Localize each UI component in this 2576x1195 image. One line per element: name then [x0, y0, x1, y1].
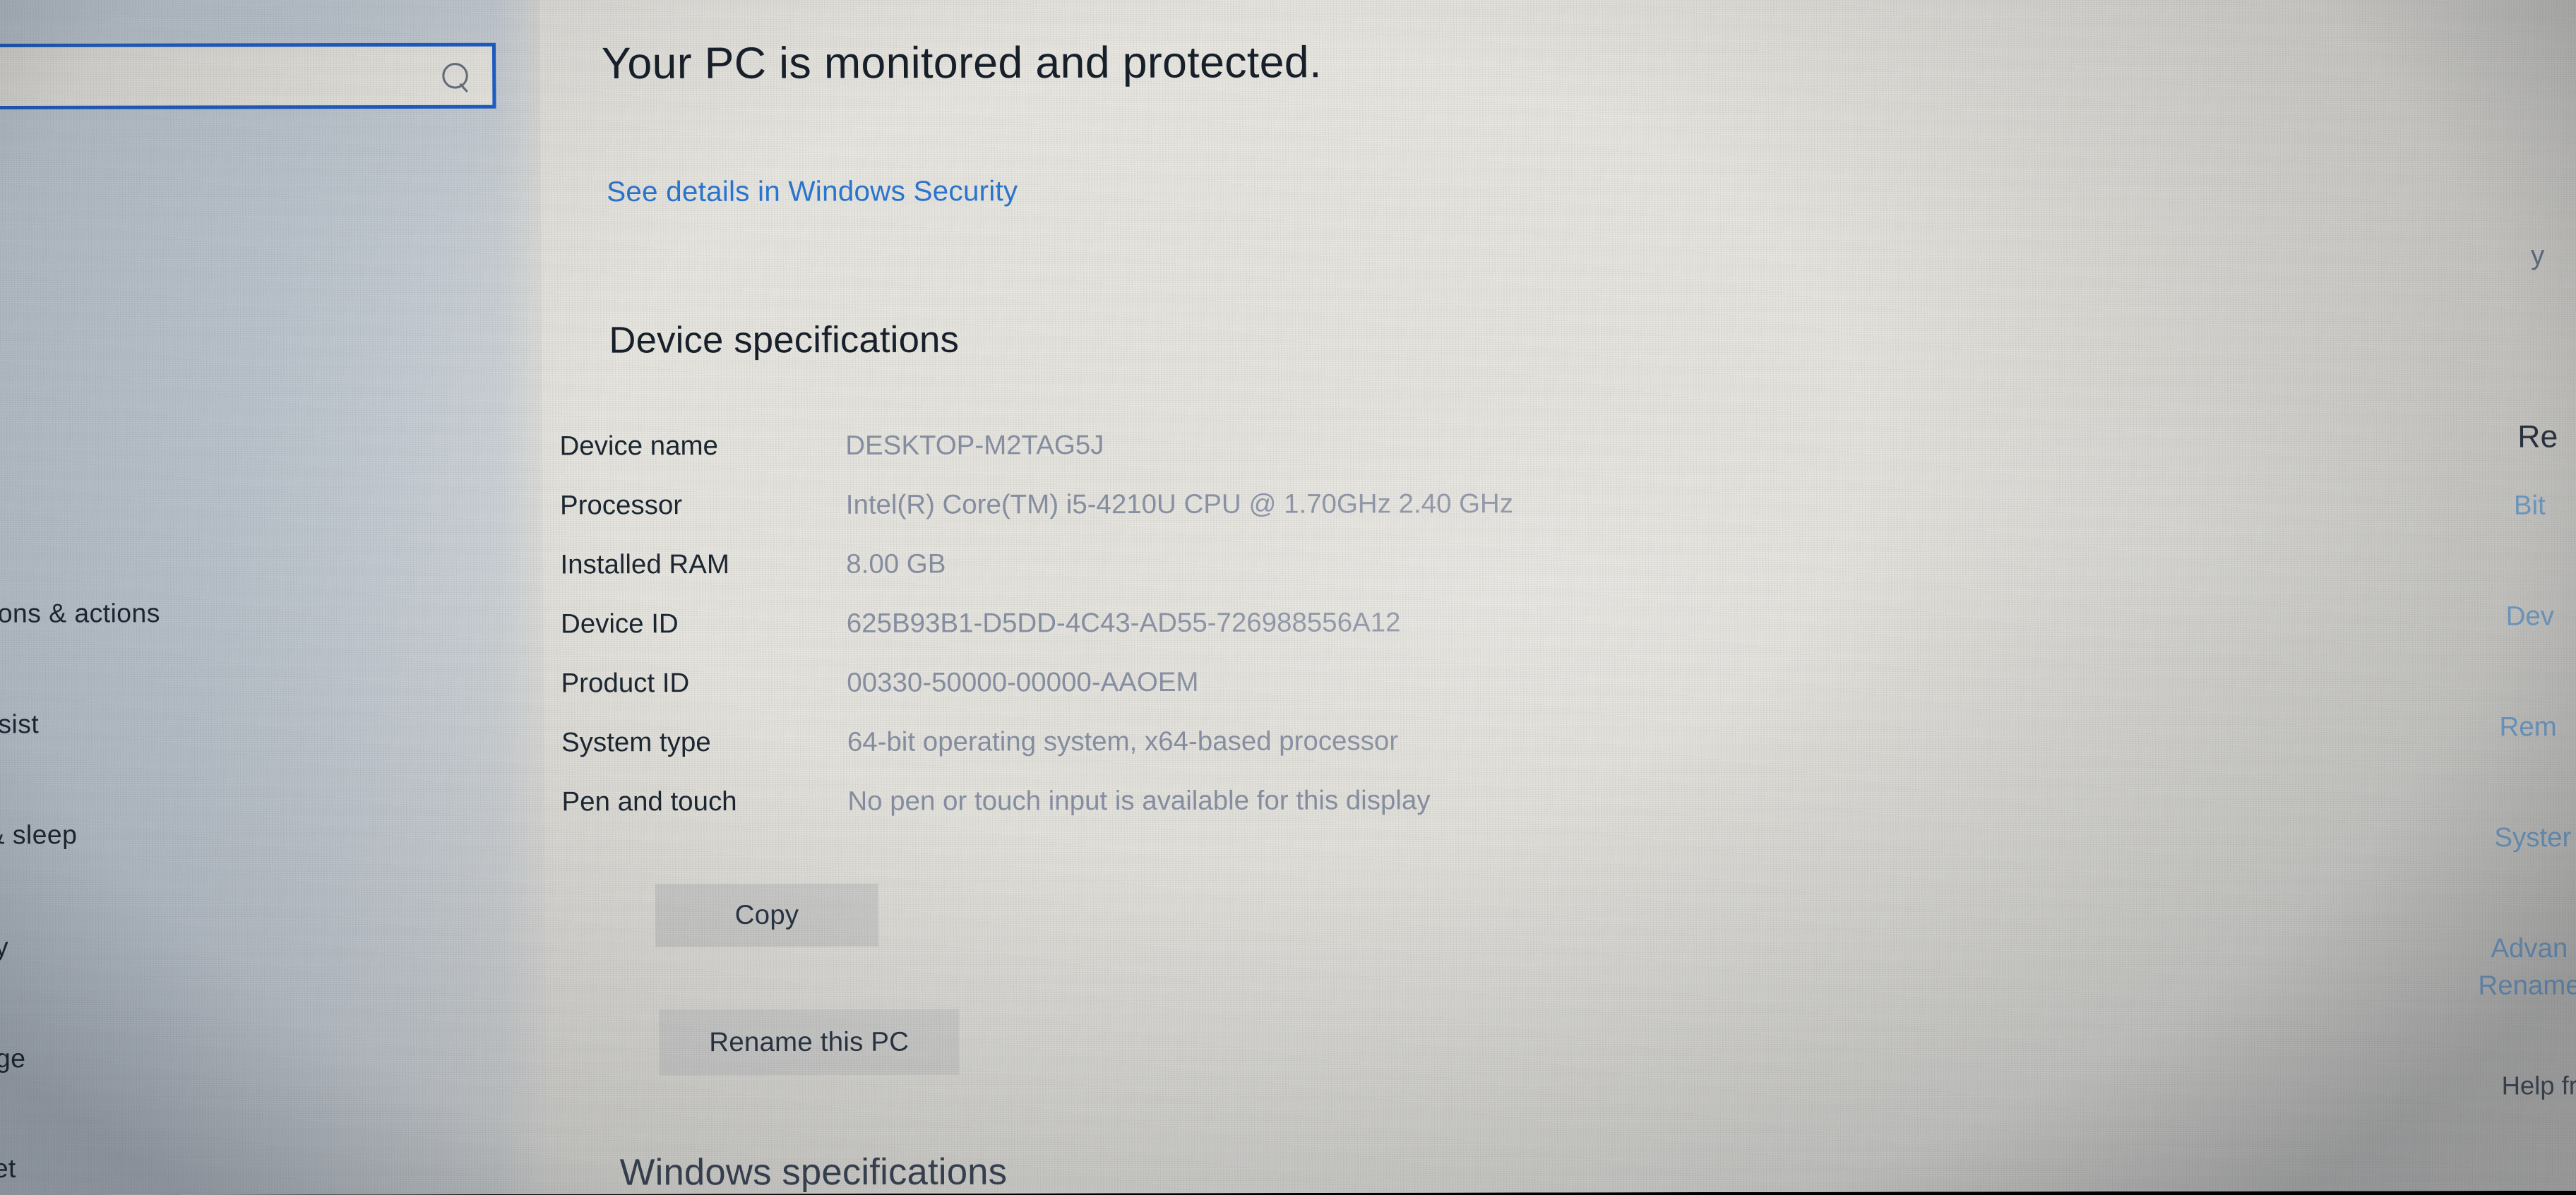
- related-settings-heading: Re: [2517, 419, 2558, 455]
- sidebar-item-storage[interactable]: rage: [0, 1044, 26, 1074]
- sidebar-item-power-and-sleep[interactable]: r & sleep: [0, 820, 77, 851]
- spec-value-installed-ram: 8.00 GB: [846, 549, 946, 580]
- spec-label-processor: Processor: [559, 490, 683, 521]
- search-icon: [436, 57, 474, 95]
- spec-value-device-name: DESKTOP-M2TAG5J: [845, 430, 1104, 461]
- help-from-the-web-heading: Help from: [2501, 1070, 2576, 1100]
- spec-label-device-name: Device name: [559, 431, 719, 462]
- table-row: Device ID 625B93B1-D5DD-4C43-AD55-726988…: [544, 606, 2576, 668]
- related-link-device-manager[interactable]: Dev: [2506, 601, 2555, 632]
- spec-label-product-id: Product ID: [561, 668, 690, 699]
- related-link-bitlocker-settings[interactable]: Bit: [2514, 491, 2546, 522]
- spec-label-pen-and-touch: Pen and touch: [561, 786, 737, 817]
- sidebar-item-label: ations & actions: [0, 598, 160, 628]
- windows-specifications-heading: Windows specifications: [619, 1151, 1008, 1194]
- related-settings-pane: y Re Bit Dev Rem Syster Advan Rename Hel…: [2423, 0, 2576, 1191]
- search-input[interactable]: [0, 42, 496, 110]
- sidebar-item-focus-assist[interactable]: assist: [0, 709, 39, 740]
- spec-value-device-id: 625B93B1-D5DD-4C43-AD55-726988556A12: [846, 607, 1401, 639]
- spec-value-product-id: 00330-50000-00000-AAOEM: [847, 667, 1199, 698]
- spec-label-installed-ram: Installed RAM: [560, 549, 730, 580]
- table-row: Product ID 00330-50000-00000-AAOEM: [544, 665, 2576, 728]
- about-page-content: Your PC is monitored and protected. See …: [539, 0, 2576, 1194]
- table-row: System type 64-bit operating system, x64…: [544, 724, 2576, 787]
- sidebar-item-tablet[interactable]: blet: [0, 1154, 16, 1184]
- spec-label-device-id: Device ID: [560, 608, 679, 639]
- sidebar-item-label: rage: [0, 1043, 26, 1074]
- device-specifications-heading: Device specifications: [609, 319, 960, 361]
- sidebar-item-label: blet: [0, 1153, 16, 1184]
- rename-this-pc-button[interactable]: Rename this PC: [658, 1009, 960, 1076]
- related-link-remote-desktop[interactable]: Rem: [2499, 712, 2556, 743]
- spec-value-pen-and-touch: No pen or touch input is available for t…: [847, 785, 1431, 817]
- sidebar-item-notifications-and-actions[interactable]: ations & actions: [0, 599, 160, 629]
- related-link-system-protection[interactable]: Syster: [2494, 823, 2571, 854]
- device-specifications-table: Device name DESKTOP-M2TAG5J Processor In…: [542, 428, 2576, 846]
- sidebar-item-label: ery: [0, 932, 9, 962]
- spec-value-processor: Intel(R) Core(TM) i5-4210U CPU @ 1.70GHz…: [845, 488, 1514, 520]
- table-row: Device name DESKTOP-M2TAG5J: [542, 428, 2576, 491]
- spec-label-system-type: System type: [561, 727, 711, 758]
- table-row: Pen and touch No pen or touch input is a…: [544, 783, 2576, 846]
- sidebar-item-label: r & sleep: [0, 819, 78, 850]
- windows-security-link[interactable]: See details in Windows Security: [607, 176, 1018, 209]
- table-row: Installed RAM 8.00 GB: [543, 546, 2576, 609]
- sidebar-item-battery[interactable]: ery: [0, 932, 8, 963]
- table-row: Processor Intel(R) Core(TM) i5-4210U CPU…: [543, 487, 2576, 550]
- monitor-screen: ations & actions assist r & sleep ery ra…: [0, 0, 2576, 1195]
- related-link-advanced-system-settings[interactable]: Advan: [2491, 934, 2568, 965]
- related-clipped-glyph: y: [2530, 241, 2545, 271]
- spec-value-system-type: 64-bit operating system, x64-based proce…: [847, 726, 1399, 757]
- sidebar-item-label: assist: [0, 709, 40, 739]
- related-link-rename-this-pc-advanced[interactable]: Rename: [2478, 971, 2576, 1002]
- settings-navigation-pane: ations & actions assist r & sleep ery ra…: [0, 0, 547, 1195]
- copy-button[interactable]: Copy: [655, 883, 879, 947]
- page-title: Your PC is monitored and protected.: [601, 37, 1322, 89]
